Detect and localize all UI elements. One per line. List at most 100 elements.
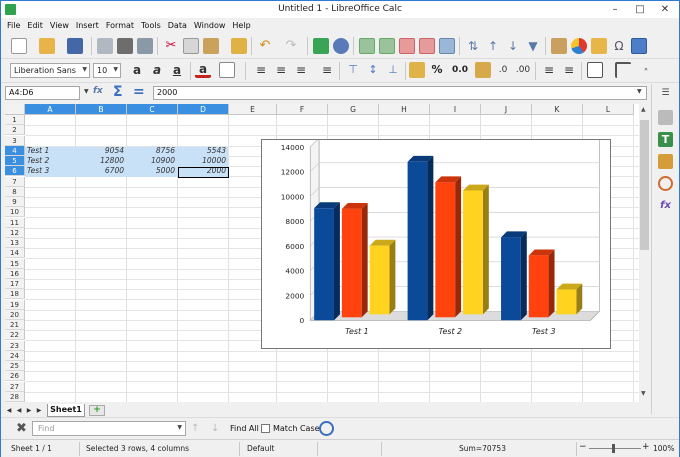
chart-bar[interactable] — [528, 255, 549, 318]
menu-insert[interactable]: Insert — [76, 21, 99, 30]
horizontal-scrollbar[interactable] — [201, 406, 639, 414]
zoom-level[interactable]: 100% — [653, 444, 674, 453]
row-header[interactable]: 5 — [5, 156, 25, 166]
column-icon[interactable] — [379, 38, 395, 54]
zoom-out-icon[interactable]: − — [579, 442, 587, 452]
insert-rows-icon[interactable] — [399, 38, 415, 54]
menu-edit[interactable]: Edit — [27, 21, 43, 30]
clone-formatting-icon[interactable] — [231, 38, 247, 54]
menu-view[interactable]: View — [50, 21, 69, 30]
row-header[interactable]: 13 — [5, 238, 25, 248]
cut-icon[interactable]: ✂ — [163, 38, 179, 54]
select-all-corner[interactable] — [5, 104, 25, 115]
menu-help[interactable]: Help — [232, 21, 250, 30]
chart-bar[interactable] — [435, 182, 456, 318]
special-character-icon[interactable]: Ω — [611, 38, 627, 54]
row-header[interactable]: 2 — [5, 125, 25, 136]
undo-icon[interactable]: ↶ — [257, 38, 273, 54]
column-header[interactable]: G — [328, 104, 379, 115]
row-header[interactable]: 1 — [5, 115, 25, 125]
embedded-chart[interactable]: 0 2000 4000 6000 8000 10000 12000 14000 Test 1 Te… — [261, 139, 611, 349]
sidebar-menu-icon[interactable]: ☰ — [658, 88, 673, 103]
row-header[interactable]: 23 — [5, 340, 25, 351]
column-header[interactable]: L — [583, 104, 634, 115]
row-header[interactable]: 18 — [5, 289, 25, 300]
align-right-icon[interactable]: ≡ — [293, 62, 309, 78]
cell-label[interactable]: Test 2 — [27, 156, 75, 166]
row-header[interactable]: 27 — [5, 381, 25, 392]
chart-bar[interactable] — [463, 190, 483, 315]
row-header[interactable]: 19 — [5, 299, 25, 310]
spreadsheet-grid[interactable]: ABCDEFGHIJKL 1 2 3 4 5 6 7 8 9 10 11 12 13 14 15 16 17 18… — [5, 104, 639, 402]
open-folder-icon[interactable] — [39, 38, 55, 54]
cell-value[interactable]: 6700 — [76, 166, 124, 176]
insert-chart-icon[interactable] — [571, 38, 587, 54]
column-header[interactable]: I — [430, 104, 481, 115]
cell-value[interactable]: 10900 — [127, 156, 175, 166]
sort-descending-icon[interactable]: ↓ — [505, 38, 521, 54]
chart-bar[interactable] — [556, 289, 577, 315]
row-header[interactable]: 25 — [5, 361, 25, 371]
menu-file[interactable]: File — [7, 21, 20, 30]
menu-format[interactable]: Format — [106, 21, 134, 30]
cell-value[interactable]: 12800 — [76, 156, 124, 166]
row-header[interactable]: 7 — [5, 176, 25, 187]
find-replace-dialog-icon[interactable] — [319, 421, 334, 436]
chart-bar[interactable] — [501, 237, 521, 321]
redo-icon[interactable]: ↷ — [283, 38, 299, 54]
cell-label[interactable]: Test 1 — [27, 146, 75, 156]
first-sheet-icon[interactable]: ◀ — [5, 406, 13, 415]
wrap-text-icon[interactable]: ≡ — [319, 62, 335, 78]
cell-label[interactable]: Test 3 — [27, 166, 75, 176]
autofilter-icon[interactable]: ▼ — [525, 38, 541, 54]
zoom-in-icon[interactable]: + — [642, 442, 650, 452]
page-style[interactable]: Default — [247, 444, 274, 453]
row-header[interactable]: 16 — [5, 268, 25, 279]
decrease-indent-icon[interactable]: ≡ — [561, 62, 577, 78]
row-icon[interactable] — [359, 38, 375, 54]
italic-icon[interactable]: a — [149, 62, 165, 78]
column-header[interactable]: F — [277, 104, 328, 115]
name-box[interactable]: A4:D6 — [5, 86, 80, 100]
cell-value[interactable]: 9054 — [76, 146, 124, 156]
currency-format-icon[interactable] — [409, 62, 425, 78]
chart-bar[interactable] — [369, 245, 390, 315]
cell-value[interactable]: 8756 — [127, 146, 175, 156]
close-find-icon[interactable]: ✖ — [14, 421, 29, 436]
row-header[interactable]: 20 — [5, 309, 25, 320]
insert-image-icon[interactable] — [551, 38, 567, 54]
function-wizard-icon[interactable]: fx — [93, 86, 107, 100]
column-header[interactable]: H — [379, 104, 430, 115]
last-sheet-icon[interactable]: ▶ — [35, 406, 43, 415]
menu-data[interactable]: Data — [168, 21, 187, 30]
delete-decimal-icon[interactable]: .00 — [515, 62, 531, 78]
date-format-icon[interactable] — [475, 62, 491, 78]
row-header[interactable]: 10 — [5, 207, 25, 218]
pivot-table-icon[interactable] — [591, 38, 607, 54]
close-window-button[interactable]: ✕ — [653, 1, 677, 17]
delete-rows-icon[interactable] — [419, 38, 435, 54]
column-header[interactable]: E — [229, 104, 277, 115]
add-decimal-icon[interactable]: .0 — [495, 62, 511, 78]
row-header[interactable]: 8 — [5, 186, 25, 197]
row-header[interactable]: 4 — [5, 145, 25, 156]
column-header[interactable]: D — [178, 104, 229, 115]
percent-format-button[interactable]: % — [429, 62, 445, 78]
row-header[interactable]: 6 — [5, 166, 25, 177]
vertical-scrollbar-thumb[interactable] — [640, 120, 649, 250]
formula-icon[interactable]: = — [133, 84, 147, 100]
scroll-up-icon[interactable]: ▲ — [641, 106, 646, 113]
scroll-down-icon[interactable]: ▼ — [641, 390, 646, 397]
freeze-panes-icon[interactable] — [439, 38, 455, 54]
align-bottom-icon[interactable]: ⊥ — [385, 62, 401, 78]
name-box-chevron-down-icon[interactable]: ▼ — [84, 88, 89, 95]
chart-bar[interactable] — [341, 208, 362, 318]
row-header[interactable]: 15 — [5, 258, 25, 269]
menu-window[interactable]: Window — [194, 21, 226, 30]
center-vertically-icon[interactable]: ↕ — [365, 62, 381, 78]
number-format-button[interactable]: 0.0 — [449, 62, 471, 78]
toolbar-overflow-icon[interactable]: » — [641, 62, 651, 78]
row-header[interactable]: 28 — [5, 391, 25, 402]
font-color-icon[interactable]: a — [195, 62, 211, 78]
row-header[interactable]: 17 — [5, 279, 25, 289]
